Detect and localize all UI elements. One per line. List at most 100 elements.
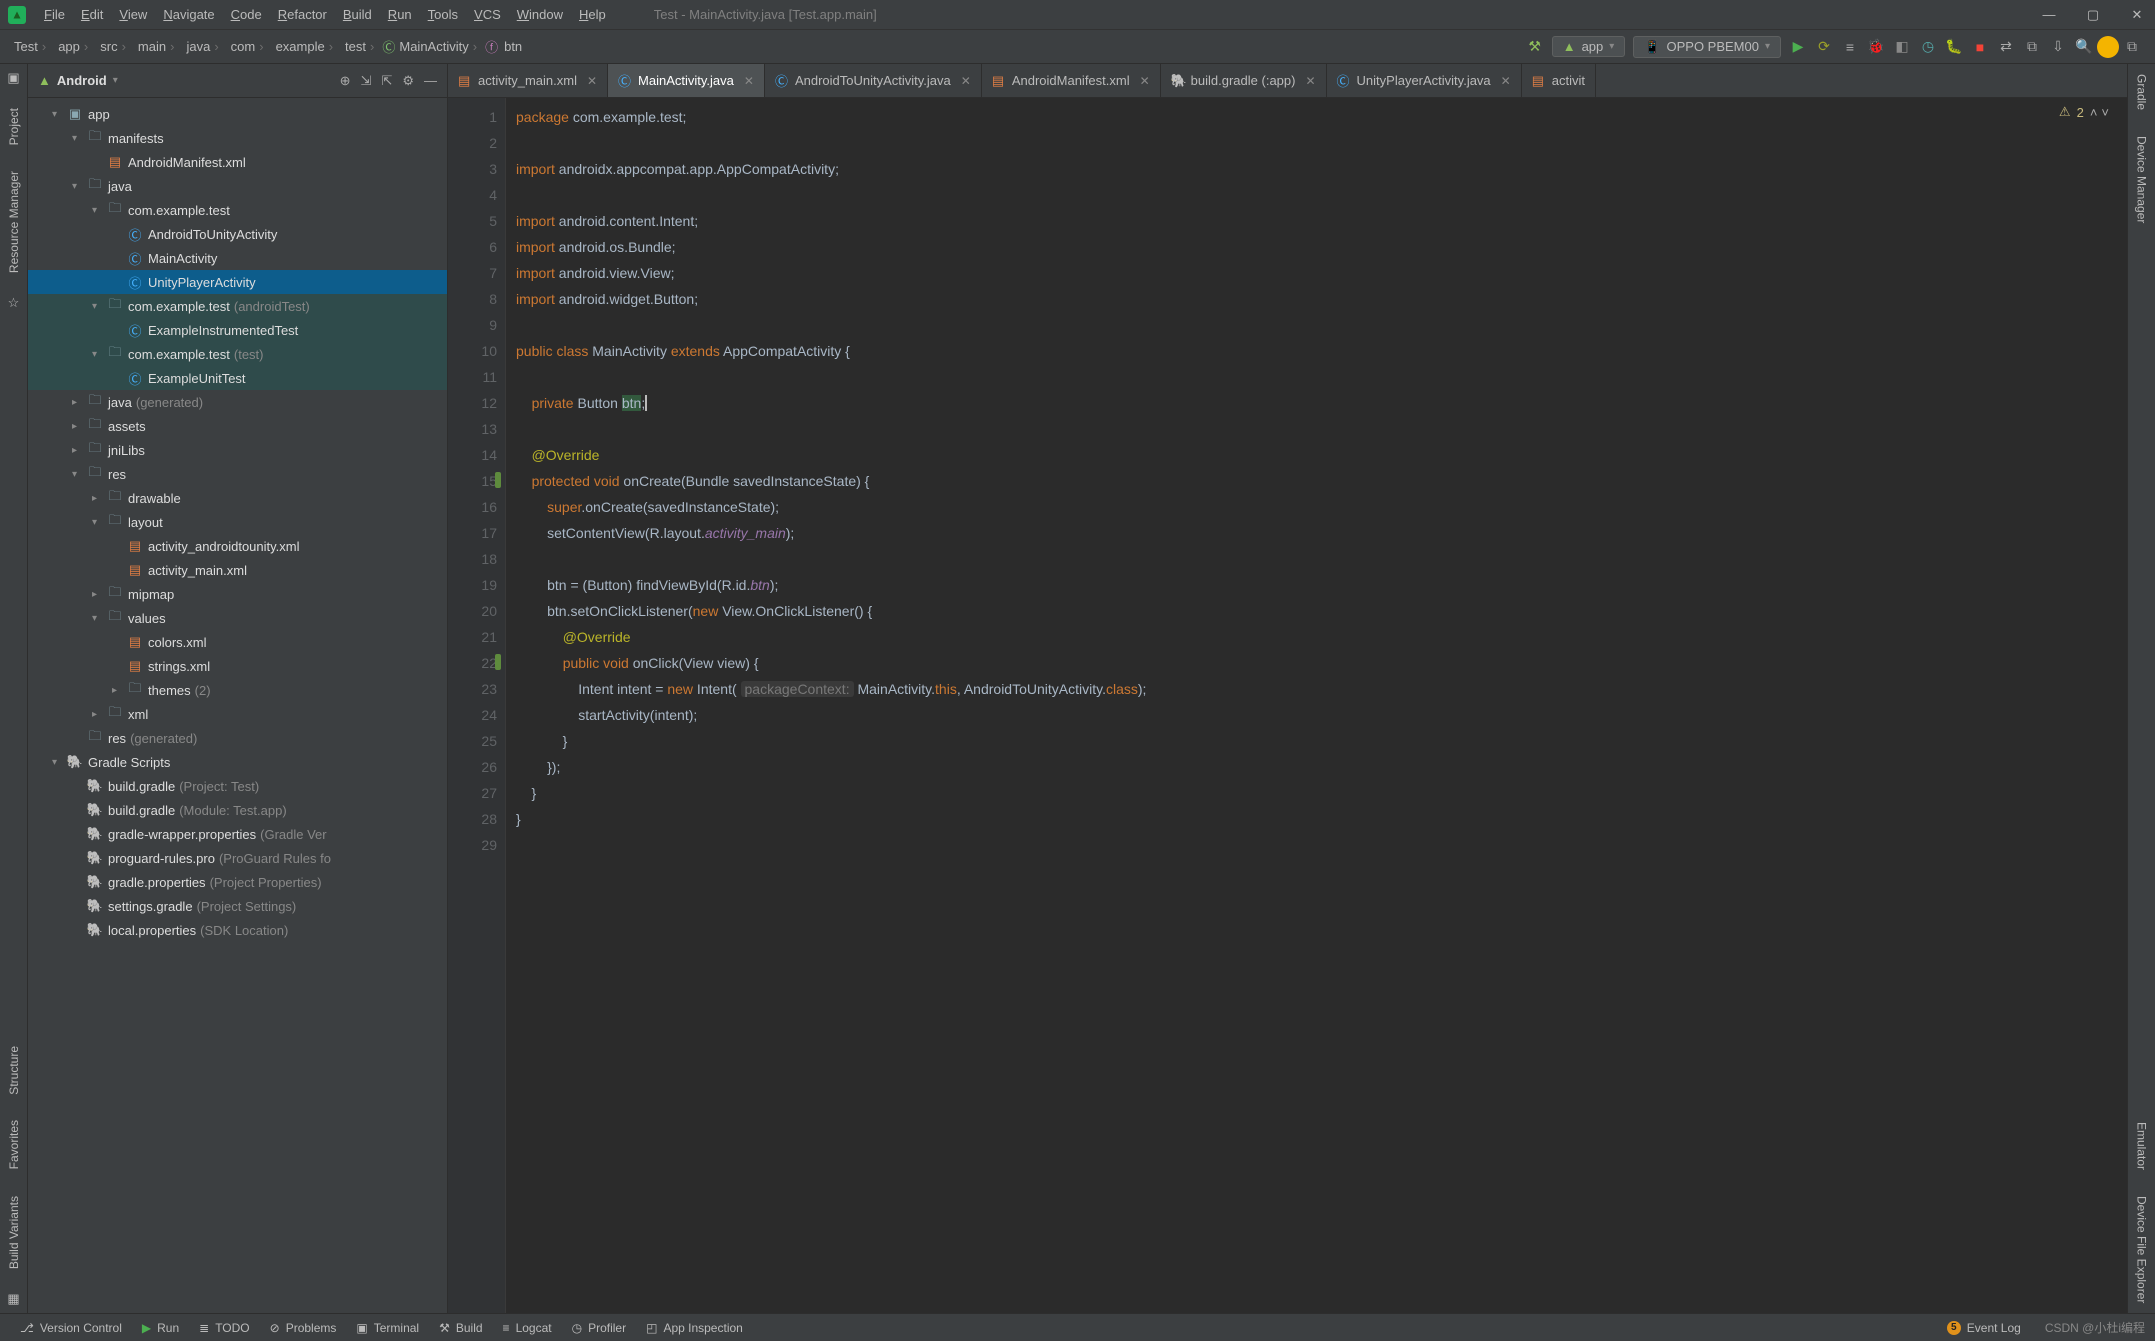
tree-item-manifest-file[interactable]: ▤AndroidManifest.xml — [28, 150, 447, 174]
run-button[interactable]: ▶ — [1789, 38, 1807, 56]
status-build[interactable]: ⚒Build — [429, 1321, 492, 1335]
sdk-manager-icon[interactable]: ⇩ — [2049, 38, 2067, 56]
breadcrumb[interactable]: java — [182, 39, 226, 54]
strip-gradle[interactable]: Gradle — [2135, 70, 2149, 114]
status-todo[interactable]: ≣TODO — [189, 1321, 260, 1335]
tab-androidtounity[interactable]: ⒸAndroidToUnityActivity.java✕ — [765, 64, 982, 97]
tree-item-mipmap[interactable]: ▸🗀mipmap — [28, 582, 447, 606]
strip-favorites[interactable]: Favorites — [7, 1116, 21, 1173]
menu-edit[interactable]: Edit — [73, 7, 111, 22]
tree-item-cls-upa[interactable]: ⒸUnityPlayerActivity — [28, 270, 447, 294]
tree-item-cls-unit[interactable]: ⒸExampleUnitTest — [28, 366, 447, 390]
tree-item-values[interactable]: ▾🗀values — [28, 606, 447, 630]
tree-item-pkg-main[interactable]: ▾🗀com.example.test — [28, 198, 447, 222]
tab-main-activity[interactable]: ⒸMainActivity.java✕ — [608, 64, 765, 97]
stop-button[interactable]: ■ — [1971, 38, 1989, 56]
tree-item-java[interactable]: ▾🗀java — [28, 174, 447, 198]
status-run[interactable]: ▶Run — [132, 1321, 189, 1335]
tree-item-assets[interactable]: ▸🗀assets — [28, 414, 447, 438]
project-tree[interactable]: ▾▣app ▾🗀manifests ▤AndroidManifest.xml ▾… — [28, 98, 447, 1313]
menu-run[interactable]: Run — [380, 7, 420, 22]
menu-window[interactable]: Window — [509, 7, 571, 22]
tab-overflow[interactable]: ▤activit — [1522, 64, 1596, 97]
prev-warning-icon[interactable]: ˄ — [2090, 105, 2098, 120]
tab-unityplayer[interactable]: ⒸUnityPlayerActivity.java✕ — [1327, 64, 1522, 97]
strip-emulator[interactable]: Emulator — [2135, 1118, 2149, 1174]
tree-item-cls-instr[interactable]: ⒸExampleInstrumentedTest — [28, 318, 447, 342]
next-warning-icon[interactable]: ˅ — [2101, 105, 2109, 120]
tree-item-layout[interactable]: ▾🗀layout — [28, 510, 447, 534]
line-number-gutter[interactable]: 1234567891011121314151617181920212223242… — [448, 98, 506, 1313]
menu-build[interactable]: Build — [335, 7, 380, 22]
tree-item-gradle-scripts[interactable]: ▾🐘Gradle Scripts — [28, 750, 447, 774]
avatar[interactable] — [2097, 36, 2119, 58]
search-icon[interactable]: 🔍 — [2075, 38, 2093, 56]
maximize-button[interactable]: ▢ — [2083, 7, 2103, 23]
breadcrumb[interactable]: test — [341, 39, 382, 54]
status-version-control[interactable]: ⎇Version Control — [10, 1321, 132, 1335]
chevron-down-icon[interactable]: ▾ — [113, 75, 118, 86]
device-manager-icon[interactable]: ⧉ — [2023, 38, 2041, 56]
apply-changes-icon[interactable]: ⟳ — [1815, 38, 1833, 56]
device-selector[interactable]: 📱 OPPO PBEM00 ▾ — [1633, 36, 1781, 58]
tab-androidmanifest[interactable]: ▤AndroidManifest.xml✕ — [982, 64, 1161, 97]
strip-resource-manager[interactable]: Resource Manager — [7, 167, 21, 277]
close-icon[interactable]: ✕ — [1305, 74, 1315, 88]
tree-item-bg-project[interactable]: 🐘build.gradle(Project: Test) — [28, 774, 447, 798]
expand-icon[interactable]: ⇲ — [361, 73, 372, 89]
strip-structure[interactable]: Structure — [7, 1042, 21, 1099]
breadcrumb[interactable]: app — [54, 39, 96, 54]
tree-item-values-f1[interactable]: ▤colors.xml — [28, 630, 447, 654]
strip-device-file-explorer[interactable]: Device File Explorer — [2135, 1192, 2149, 1307]
tree-item-gr-props[interactable]: 🐘gradle.properties(Project Properties) — [28, 870, 447, 894]
tree-item-pg-rules[interactable]: 🐘proguard-rules.pro(ProGuard Rules fo — [28, 846, 447, 870]
bookmark-icon[interactable]: ☆ — [6, 295, 22, 311]
project-view-mode[interactable]: Android — [57, 73, 107, 88]
tree-item-app[interactable]: ▾▣app — [28, 102, 447, 126]
collapse-icon[interactable]: ⇱ — [381, 73, 392, 89]
settings-icon[interactable]: ⚙ — [402, 73, 414, 89]
close-icon[interactable]: ✕ — [1140, 74, 1150, 88]
collapse-icon[interactable]: ▦ — [6, 1291, 22, 1307]
minimize-button[interactable]: — — [2039, 7, 2059, 23]
close-icon[interactable]: ✕ — [744, 74, 754, 88]
tree-item-gw-props[interactable]: 🐘gradle-wrapper.properties(Gradle Ver — [28, 822, 447, 846]
tree-item-res[interactable]: ▾🗀res — [28, 462, 447, 486]
menu-tools[interactable]: Tools — [420, 7, 466, 22]
close-button[interactable]: ✕ — [2127, 7, 2147, 23]
close-icon[interactable]: ✕ — [587, 74, 597, 88]
build-hammer-icon[interactable]: ⚒ — [1526, 38, 1544, 56]
tree-item-settings[interactable]: 🐘settings.gradle(Project Settings) — [28, 894, 447, 918]
breadcrumb[interactable]: src — [96, 39, 134, 54]
status-event-log[interactable]: 5Event Log — [1937, 1321, 2031, 1335]
profiler-icon[interactable]: ◷ — [1919, 38, 1937, 56]
code-editor[interactable]: package com.example.test;import androidx… — [506, 98, 2127, 1313]
tree-item-values-f2[interactable]: ▤strings.xml — [28, 654, 447, 678]
locate-icon[interactable]: ⊕ — [340, 73, 351, 89]
tree-item-drawable[interactable]: ▸🗀drawable — [28, 486, 447, 510]
breadcrumb[interactable]: Test — [10, 39, 54, 54]
strip-device-manager[interactable]: Device Manager — [2135, 132, 2149, 227]
coverage-icon[interactable]: ◧ — [1893, 38, 1911, 56]
tree-item-cls-atu[interactable]: ⒸAndroidToUnityActivity — [28, 222, 447, 246]
tree-item-pkg-androidtest[interactable]: ▾🗀com.example.test(androidTest) — [28, 294, 447, 318]
run-config-selector[interactable]: ▲ app ▾ — [1552, 36, 1626, 57]
close-icon[interactable]: ✕ — [961, 74, 971, 88]
menu-help[interactable]: Help — [571, 7, 614, 22]
menu-code[interactable]: Code — [223, 7, 270, 22]
tree-item-res-gen[interactable]: 🗀res(generated) — [28, 726, 447, 750]
hide-icon[interactable]: — — [424, 73, 437, 89]
status-problems[interactable]: ⊘Problems — [260, 1321, 347, 1335]
sync-gradle-icon[interactable]: ⇄ — [1997, 38, 2015, 56]
breadcrumb-class[interactable]: MainActivity — [395, 39, 485, 54]
apply-code-icon[interactable]: ≡ — [1841, 38, 1859, 56]
tab-build-gradle[interactable]: 🐘build.gradle (:app)✕ — [1161, 64, 1327, 97]
menu-view[interactable]: View — [111, 7, 155, 22]
tree-item-xml[interactable]: ▸🗀xml — [28, 702, 447, 726]
tree-item-java-gen[interactable]: ▸🗀java(generated) — [28, 390, 447, 414]
status-profiler[interactable]: ◷Profiler — [562, 1321, 637, 1335]
tree-item-pkg-test[interactable]: ▾🗀com.example.test(test) — [28, 342, 447, 366]
attach-debugger-icon[interactable]: 🐛 — [1945, 38, 1963, 56]
status-logcat[interactable]: ≡Logcat — [493, 1321, 562, 1335]
strip-build-variants[interactable]: Build Variants — [7, 1192, 21, 1273]
